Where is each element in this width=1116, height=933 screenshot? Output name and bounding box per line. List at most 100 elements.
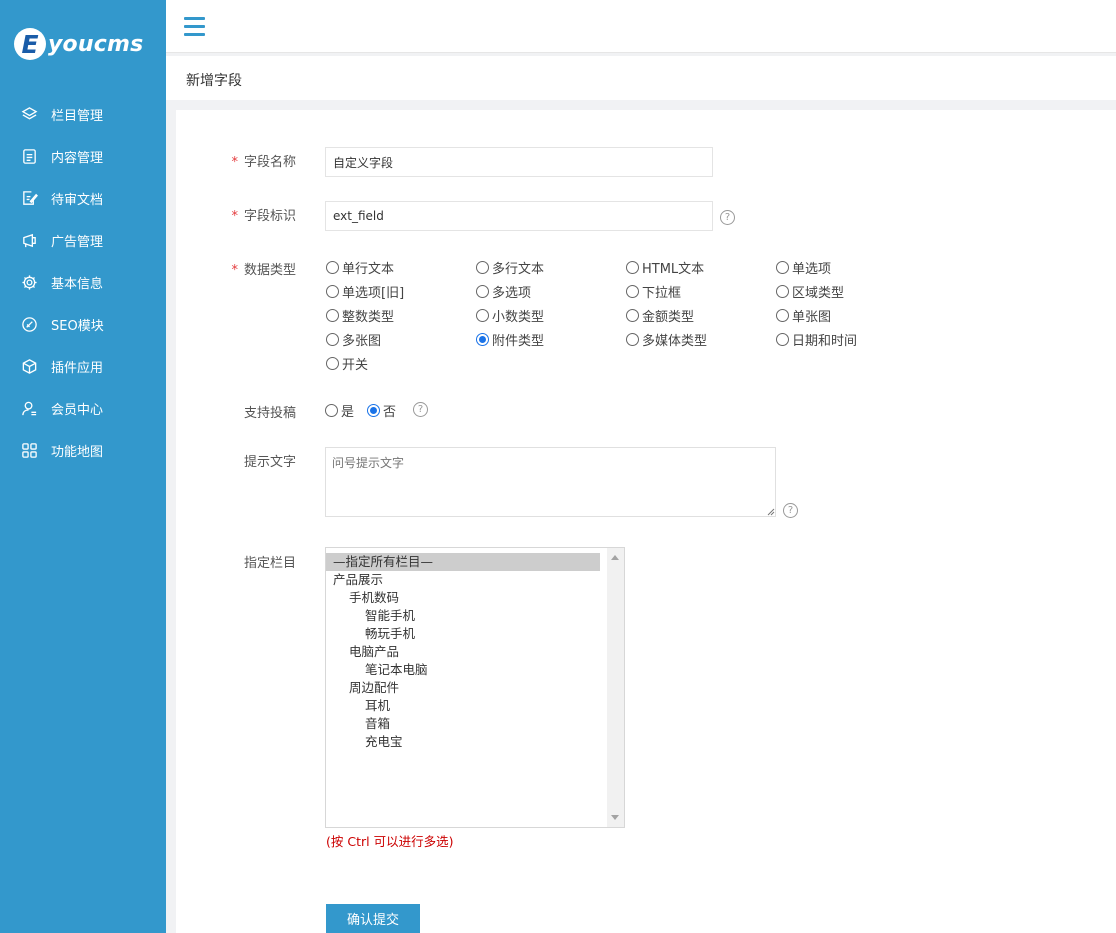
submit-support-label: 支持投稿 xyxy=(243,406,296,421)
cube-icon xyxy=(20,357,38,375)
channel-option[interactable]: —指定所有栏目— xyxy=(326,553,600,571)
required-mark: * xyxy=(231,263,238,278)
data-type-radio[interactable]: 整数类型 xyxy=(326,305,394,325)
channel-option[interactable]: 畅玩手机 xyxy=(326,625,624,643)
channel-listbox[interactable]: —指定所有栏目— 产品展示 手机数码 智能手机 畅玩手机 电脑产品 笔记本电脑 周边配件 耳机音… xyxy=(325,547,625,828)
scroll-up-icon[interactable] xyxy=(611,555,619,560)
field-ident-input[interactable] xyxy=(325,201,713,231)
gear-icon xyxy=(20,273,38,291)
channel-option[interactable]: 充电宝 xyxy=(326,733,624,751)
sidebar-item-content[interactable]: 内容管理 xyxy=(0,135,166,177)
radio-circle xyxy=(776,284,789,298)
sidebar-item-label: 待审文档 xyxy=(51,192,104,208)
tip-text-textarea[interactable] xyxy=(325,447,776,517)
radio-circle xyxy=(476,260,489,274)
logo-mark: E xyxy=(14,28,46,60)
help-icon[interactable]: ? xyxy=(720,210,735,225)
data-type-radio-label: 附件类型 xyxy=(492,333,545,349)
data-type-radio-label: 区域类型 xyxy=(792,285,845,301)
listbox-scrollbar[interactable] xyxy=(607,548,624,827)
data-type-radio[interactable]: 附件类型 xyxy=(476,329,544,349)
data-type-radio[interactable]: 多选项 xyxy=(476,281,531,301)
data-type-radio[interactable]: HTML文本 xyxy=(626,257,704,277)
channel-option[interactable]: 周边配件 xyxy=(326,679,624,697)
sidebar-item-seo[interactable]: SEO模块 xyxy=(0,303,166,345)
submit-support-yes-radio[interactable]: 是 xyxy=(325,400,354,420)
radio-circle xyxy=(776,260,789,274)
sidebar-item-column[interactable]: 栏目管理 xyxy=(0,93,166,135)
help-icon[interactable]: ? xyxy=(783,503,798,518)
radio-circle xyxy=(325,403,338,417)
radio-circle xyxy=(626,308,639,322)
data-type-radio-label: 多行文本 xyxy=(492,261,545,277)
sidebar-item-basic[interactable]: 基本信息 xyxy=(0,261,166,303)
data-type-radio[interactable]: 多媒体类型 xyxy=(626,329,707,349)
grid-icon xyxy=(20,441,38,459)
data-type-radio[interactable]: 下拉框 xyxy=(626,281,681,301)
topbar xyxy=(166,0,1116,53)
sidebar-nav: 栏目管理 内容管理 待审文档 广告管理 基本信息 SEO模块 插件应用 会员中心… xyxy=(0,93,166,471)
radio-circle xyxy=(476,284,489,298)
channel-options: —指定所有栏目— 产品展示 手机数码 智能手机 畅玩手机 电脑产品 笔记本电脑 周边配件 耳机音… xyxy=(326,553,624,751)
channel-label: 指定栏目 xyxy=(243,556,296,571)
multi-select-hint: (按 Ctrl 可以进行多选) xyxy=(326,834,454,849)
data-type-radio-label: 单张图 xyxy=(792,309,832,325)
radio-circle xyxy=(626,332,639,346)
radio-circle xyxy=(326,332,339,346)
data-type-radio[interactable]: 多行文本 xyxy=(476,257,544,277)
logo-letter: E xyxy=(21,29,39,59)
channel-option[interactable]: 笔记本电脑 xyxy=(326,661,624,679)
scroll-down-icon[interactable] xyxy=(611,815,619,820)
sidebar-item-ads[interactable]: 广告管理 xyxy=(0,219,166,261)
logo[interactable]: E youcms xyxy=(14,24,143,64)
field-name-input[interactable] xyxy=(325,147,713,177)
data-type-radio[interactable]: 单选项[旧] xyxy=(326,281,404,301)
data-type-radio-label: 单选项 xyxy=(792,261,832,277)
data-type-radio[interactable]: 区域类型 xyxy=(776,281,844,301)
data-type-radio-label: 单选项[旧] xyxy=(342,285,405,301)
data-type-radio[interactable]: 多张图 xyxy=(326,329,381,349)
radio-circle xyxy=(626,284,639,298)
required-mark: * xyxy=(231,155,238,170)
sidebar-item-plugins[interactable]: 插件应用 xyxy=(0,345,166,387)
sidebar-item-label: 广告管理 xyxy=(51,234,104,250)
channel-option[interactable]: 产品展示 xyxy=(326,571,624,589)
channel-option[interactable]: 音箱 xyxy=(326,715,624,733)
sidebar-item-pending[interactable]: 待审文档 xyxy=(0,177,166,219)
data-type-radio-label: 单行文本 xyxy=(342,261,395,277)
data-type-radio[interactable]: 金额类型 xyxy=(626,305,694,325)
radio-circle xyxy=(367,403,380,417)
resize-grip-icon[interactable] xyxy=(766,507,775,516)
data-type-radio-label: 多张图 xyxy=(342,333,382,349)
radio-circle xyxy=(776,332,789,346)
channel-option[interactable]: 智能手机 xyxy=(326,607,624,625)
field-name-label: * 字段名称 xyxy=(231,155,296,170)
logo-text: youcms xyxy=(48,31,144,57)
data-type-radio[interactable]: 单行文本 xyxy=(326,257,394,277)
channel-option[interactable]: 耳机 xyxy=(326,697,624,715)
data-type-radio-label: 下拉框 xyxy=(642,285,682,301)
data-type-radio-label: 开关 xyxy=(342,357,369,373)
data-type-radio[interactable]: 开关 xyxy=(326,353,368,373)
radio-circle xyxy=(476,308,489,322)
data-type-radio[interactable]: 小数类型 xyxy=(476,305,544,325)
data-type-radio-label: 多选项 xyxy=(492,285,532,301)
seo-icon xyxy=(20,315,38,333)
submit-button[interactable]: 确认提交 xyxy=(326,904,420,933)
data-type-radio[interactable]: 日期和时间 xyxy=(776,329,857,349)
channel-option[interactable]: 电脑产品 xyxy=(326,643,624,661)
sidebar-item-sitemap[interactable]: 功能地图 xyxy=(0,429,166,471)
submit-support-no-radio[interactable]: 否 xyxy=(367,400,396,420)
sidebar-item-members[interactable]: 会员中心 xyxy=(0,387,166,429)
menu-toggle-icon[interactable] xyxy=(184,17,205,36)
channel-option[interactable]: 手机数码 xyxy=(326,589,624,607)
data-type-radio-label: 多媒体类型 xyxy=(642,333,708,349)
sidebar-item-label: 插件应用 xyxy=(51,360,104,376)
data-type-radio[interactable]: 单张图 xyxy=(776,305,831,325)
data-type-radio[interactable]: 单选项 xyxy=(776,257,831,277)
help-icon[interactable]: ? xyxy=(413,402,428,417)
document-icon xyxy=(20,147,38,165)
sidebar-item-label: 栏目管理 xyxy=(51,108,104,124)
radio-circle xyxy=(326,308,339,322)
data-type-radio-label: 小数类型 xyxy=(492,309,545,325)
